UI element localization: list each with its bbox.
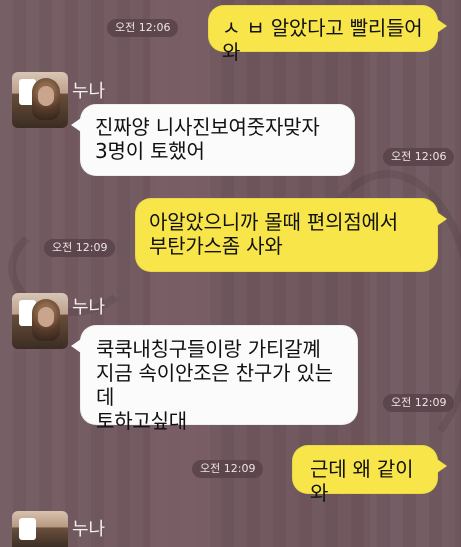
message-time: 오전 12:06 bbox=[107, 19, 179, 37]
message-bubble-outgoing[interactable]: 아알았으니까 몰때 편의점에서 부탄가스좀 사와 bbox=[135, 198, 447, 272]
message-bubble-incoming[interactable]: 쿡쿡내칭구들이랑 가티갈꼐 지금 속이안조은 찬구가 있는데 토하고싶대 bbox=[71, 325, 358, 433]
sender-name: 누나 bbox=[72, 81, 106, 102]
message-bubble-outgoing[interactable]: 근데 왜 같이와 bbox=[292, 445, 447, 505]
avatar-face bbox=[38, 307, 54, 327]
message-time: 오전 12:09 bbox=[192, 460, 264, 478]
message-time: 오전 12:09 bbox=[383, 394, 455, 412]
message-bubble-incoming[interactable]: 진짜양 니사진보여줏자맞자 3명이 토했어 bbox=[71, 104, 355, 176]
message-time: 오전 12:09 bbox=[44, 239, 116, 257]
avatar[interactable] bbox=[12, 293, 68, 349]
sender-name: 누나 bbox=[72, 519, 106, 540]
sender-name: 누나 bbox=[72, 297, 106, 318]
message-time: 오전 12:06 bbox=[383, 148, 455, 166]
avatar[interactable] bbox=[12, 72, 68, 128]
avatar-face bbox=[38, 86, 54, 106]
avatar[interactable] bbox=[12, 511, 68, 547]
avatar-mask bbox=[19, 518, 36, 540]
message-bubble-outgoing[interactable]: ㅅ ㅂ 알았다고 빨리들어와 bbox=[208, 5, 447, 64]
